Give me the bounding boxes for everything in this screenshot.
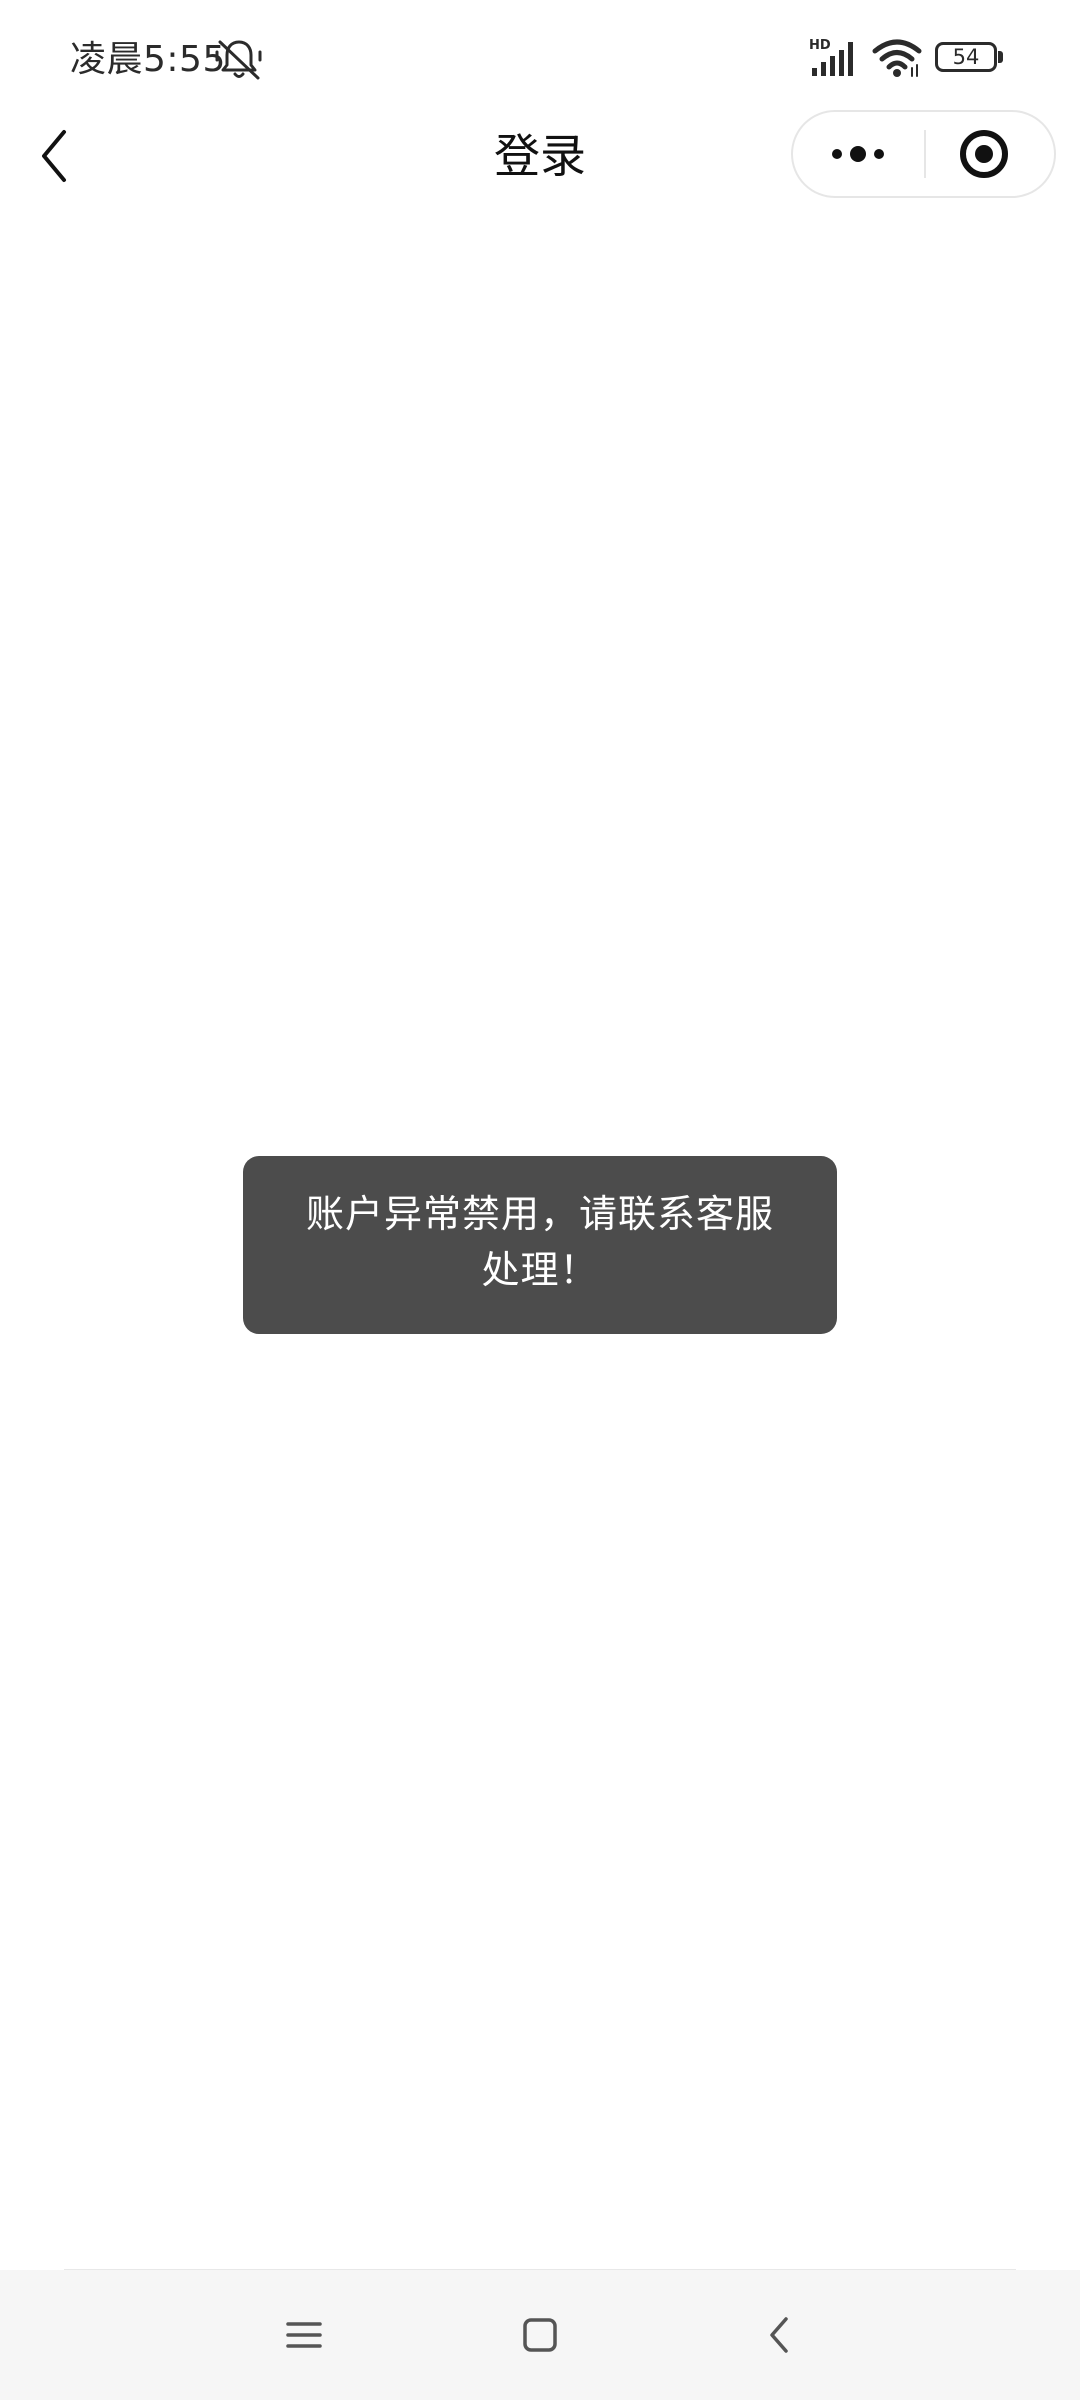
wifi-icon xyxy=(872,39,922,77)
more-dots-icon xyxy=(832,146,884,162)
system-home-button[interactable] xyxy=(510,2305,570,2365)
system-back-button[interactable] xyxy=(750,2305,810,2365)
battery-icon: 54 xyxy=(935,42,1005,76)
close-target-icon xyxy=(960,130,1008,178)
battery-level: 54 xyxy=(952,45,980,69)
status-bar: 凌晨5:55 HD 54 xyxy=(0,0,1080,110)
mute-bell-icon xyxy=(215,40,262,80)
battery-tip xyxy=(998,51,1003,63)
more-button[interactable] xyxy=(793,112,923,196)
toast-line-1: 账户异常禁用，请联系客服 xyxy=(305,1192,774,1236)
back-button[interactable] xyxy=(30,122,86,190)
status-time: 凌晨5:55 xyxy=(70,39,226,80)
menu-lines-icon xyxy=(286,2322,322,2348)
nav-bar: 登录 xyxy=(0,110,1080,202)
system-menu-button[interactable] xyxy=(274,2305,334,2365)
back-arrow-icon xyxy=(770,2317,788,2353)
signal-hd-label: HD xyxy=(809,38,831,53)
hd-signal-icon: HD xyxy=(809,38,853,76)
toast-message: 账户异常禁用，请联系客服 处理！ xyxy=(243,1156,837,1334)
miniprogram-capsule xyxy=(791,110,1056,198)
home-square-icon xyxy=(523,2318,557,2352)
toast-line-2: 处理！ xyxy=(481,1248,599,1292)
back-chevron-icon xyxy=(42,130,66,182)
close-button[interactable] xyxy=(926,112,1054,196)
